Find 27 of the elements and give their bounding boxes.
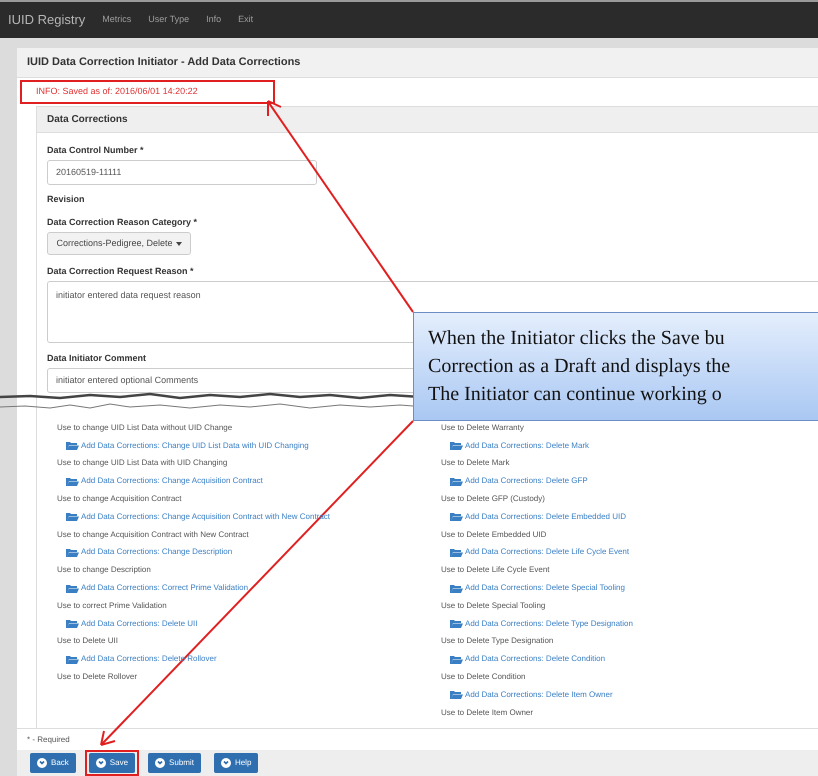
correction-description: Use to change UID List Data without UID Change	[57, 422, 234, 434]
correction-description: Use to change Description	[57, 564, 152, 576]
field-label: Data Control Number *	[47, 144, 145, 157]
correction-description: Use to Delete Item Owner	[441, 706, 534, 719]
correction-description: Use to Delete Special Tooling	[441, 600, 546, 612]
correction-description: Use to Delete GFP (Custody)	[441, 493, 546, 506]
field-label: Data Correction Reason Category *	[47, 216, 198, 229]
correction-description: Use to change UID List Data with UID Changing	[57, 457, 228, 470]
correction-description: Use to change Acquisition Contract	[57, 493, 183, 506]
callout-text: The Initiator can continue working o	[428, 382, 723, 407]
correction-description: Use to Delete Type Designation	[441, 635, 554, 648]
correction-description: Use to Delete UII	[57, 635, 119, 648]
correction-description: Use to change Acquisition Contract with New Contract	[57, 528, 250, 541]
correction-description: Use to Delete Mark	[441, 457, 510, 470]
page-title: IUID Data Correction Initiator - Add Data Corrections	[17, 48, 818, 78]
correction-description: Use to Delete Rollover	[57, 671, 138, 684]
correction-description: Use to Delete Life Cycle Event	[441, 564, 550, 576]
callout-text: Correction as a Draft and displays the	[428, 354, 732, 379]
field-label: Revision	[47, 193, 86, 206]
correction-description: Use to Delete Warranty	[441, 422, 525, 434]
correction-description: Use to correct Prime Validation	[57, 600, 168, 612]
correction-description: Use to Delete Condition	[441, 671, 526, 684]
field-label: Data Correction Request Reason *	[47, 265, 195, 278]
callout-text: When the Initiator clicks the Save bu	[428, 326, 726, 351]
section-header: Data Corrections	[37, 107, 818, 133]
info-message: INFO: Saved as of: 2016/06/01 14:20:22	[36, 85, 198, 98]
correction-description: Use to Delete Embedded UID	[441, 528, 548, 541]
